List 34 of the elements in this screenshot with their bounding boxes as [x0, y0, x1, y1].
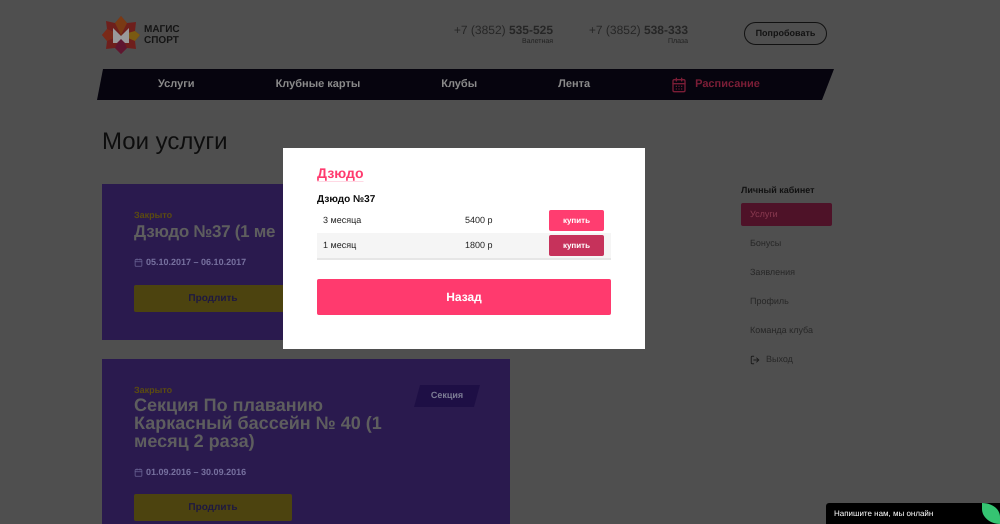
logout-icon	[750, 354, 760, 364]
page-title: Мои услуги	[102, 127, 228, 157]
price-cell-text: 5400 р	[465, 214, 494, 227]
service-title: Секция По плаванию Каркасный бассейн № 40 (1 месяц 2 раза)	[134, 396, 383, 450]
try-button[interactable]: Попробовать	[744, 22, 827, 45]
modal-title: Дзюдо	[317, 164, 364, 182]
service-status: Закрыто	[134, 384, 172, 396]
logo-icon	[102, 16, 140, 54]
buy-button[interactable]: купить	[549, 235, 604, 256]
nav-link[interactable]: Клубные карты	[276, 76, 360, 93]
buy-button[interactable]: купить	[549, 210, 604, 231]
calendar-icon	[134, 468, 143, 476]
period-cell-text: 1 месяц	[323, 238, 358, 252]
nav-link[interactable]: Услуги	[158, 76, 195, 93]
service-title: Дзюдо №37 (1 ме	[134, 223, 276, 241]
nav-link[interactable]: Расписание	[671, 76, 760, 93]
logo-text: СПОРТ	[144, 34, 180, 46]
period-cell-text: 3 месяца	[323, 214, 362, 227]
modal-subtitle: Дзюдо №37	[317, 194, 376, 206]
sidebar-heading: Личный кабинет	[741, 184, 816, 196]
service-dates: 05.10.2017 – 06.10.2017	[146, 256, 246, 268]
service-dates: 01.09.2016 – 30.09.2016	[146, 466, 246, 478]
category-badge: Секция	[414, 385, 480, 407]
service-status: Закрыто	[134, 209, 172, 221]
calendar-icon	[134, 258, 143, 266]
nav-link[interactable]: Клубы	[441, 76, 478, 93]
chat-leaf-icon	[982, 503, 1000, 524]
sidebar-link[interactable]: Услуги	[741, 203, 832, 226]
calendar-icon	[671, 76, 688, 92]
nav-link[interactable]: Лента	[558, 76, 590, 93]
chat-widget[interactable]: Напишите нам, мы онлайн	[826, 503, 1000, 524]
price-cell-text: 1800 р	[465, 238, 494, 252]
logo-text: МАГИС	[144, 24, 180, 34]
back-button[interactable]: Назад	[317, 279, 611, 315]
